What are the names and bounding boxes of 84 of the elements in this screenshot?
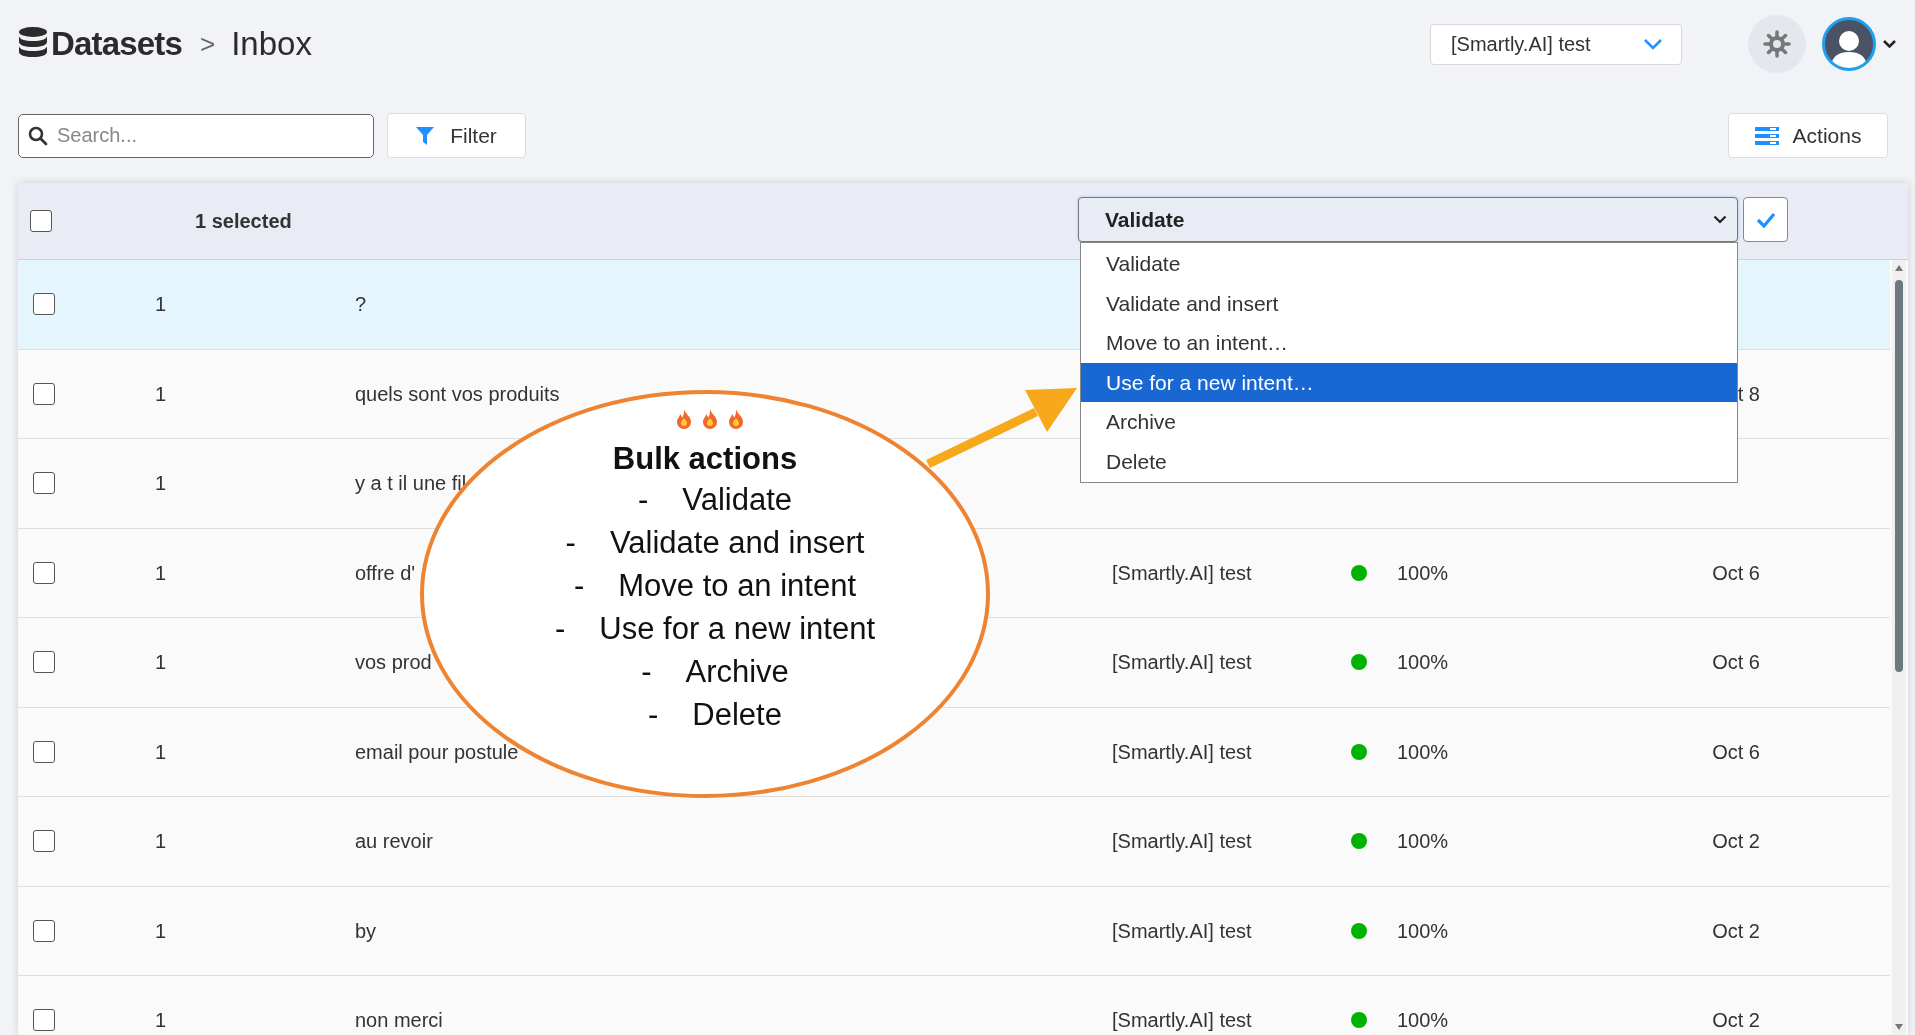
flame-icon — [675, 408, 693, 430]
utterance-cell-text: non merci — [355, 1008, 443, 1034]
list-icon — [1754, 126, 1779, 145]
row-checkbox[interactable] — [33, 651, 55, 674]
callout-item: - Move to an intent — [573, 567, 857, 606]
workspace-cell-text: [Smartly.AI] test — [1112, 560, 1252, 586]
flame-icon — [727, 408, 745, 430]
utterance-cell-text: au revoir — [355, 829, 433, 855]
callout-item: - Validate — [637, 481, 793, 520]
workspace-cell-text: [Smartly.AI] test — [1112, 829, 1252, 855]
score-cell-text: 100% — [1397, 918, 1449, 944]
row-checkbox[interactable] — [33, 293, 55, 316]
user-avatar[interactable] — [1822, 17, 1876, 71]
date-cell-text: Oct 2 — [1712, 918, 1760, 944]
chevron-down-icon — [1713, 215, 1727, 224]
table-row[interactable]: 1 by [Smartly.AI] test 100% Oct 2 — [18, 886, 1890, 976]
scrollbar[interactable] — [1892, 260, 1906, 1035]
row-checkbox[interactable] — [33, 830, 55, 853]
breadcrumb-link[interactable]: Datasets — [51, 19, 182, 69]
dropdown-option[interactable]: Validate and insert — [1081, 283, 1737, 323]
date-cell-text: Oct 6 — [1712, 560, 1760, 586]
search-icon — [28, 125, 48, 146]
breadcrumb-current: Inbox — [231, 24, 312, 65]
count-cell-text: 1 — [155, 471, 167, 497]
row-checkbox[interactable] — [33, 919, 55, 942]
count-cell-text: 1 — [155, 829, 167, 855]
workspace-cell-text: [Smartly.AI] test — [1112, 1008, 1252, 1034]
row-checkbox[interactable] — [33, 382, 55, 405]
count-cell-text: 1 — [155, 381, 167, 407]
score-cell-text: 100% — [1397, 1008, 1449, 1034]
count-cell-text: 1 — [155, 650, 167, 676]
date-cell-text: t 8 — [1737, 381, 1760, 407]
callout-item: - Use for a new intent — [555, 610, 875, 649]
workspace-cell-text: [Smartly.AI] test — [1112, 650, 1252, 676]
dropdown-option[interactable]: Delete — [1081, 441, 1737, 481]
settings-icon — [1763, 30, 1791, 58]
utterance-cell-text: email pour postule — [355, 739, 519, 765]
score-cell-text: 100% — [1397, 739, 1449, 765]
workspace-cell-text: [Smartly.AI] test — [1112, 918, 1252, 944]
date-cell-text: Oct 2 — [1712, 1008, 1760, 1034]
date-cell-text: Oct 6 — [1712, 650, 1760, 676]
table-row[interactable]: 1 au revoir [Smartly.AI] test 100% Oct 2 — [18, 797, 1890, 887]
row-checkbox[interactable] — [33, 561, 55, 584]
count-cell-text: 1 — [155, 739, 167, 765]
callout-title: Bulk actions — [612, 440, 798, 478]
score-cell-text: 100% — [1397, 560, 1449, 586]
search-field[interactable]: Search... — [18, 113, 374, 158]
count-cell-text: 1 — [155, 560, 167, 586]
callout-item: - Archive — [641, 653, 789, 692]
utterance-cell-text: ? — [355, 292, 367, 318]
filter-button[interactable]: Filter — [387, 113, 526, 158]
score-cell-text: 100% — [1397, 829, 1449, 855]
select-all-checkbox[interactable] — [30, 210, 52, 232]
scrollbar-thumb[interactable] — [1895, 280, 1903, 672]
flame-icon — [701, 408, 719, 430]
actions-button[interactable]: Actions — [1728, 113, 1888, 158]
utterance-cell-text: by — [355, 918, 377, 944]
check-icon — [1755, 211, 1776, 228]
row-checkbox[interactable] — [33, 472, 55, 495]
scroll-up-icon[interactable] — [1894, 264, 1904, 272]
row-checkbox[interactable] — [33, 1009, 55, 1032]
count-cell-text: 1 — [155, 1008, 167, 1034]
dropdown-option[interactable]: Use for a new intent… — [1081, 362, 1737, 402]
chevron-down-icon — [1643, 38, 1663, 50]
dropdown-option[interactable]: Archive — [1081, 402, 1737, 442]
breadcrumb-separator: > — [200, 27, 216, 61]
scroll-down-icon[interactable] — [1894, 1023, 1904, 1031]
count-cell-text: 1 — [155, 918, 167, 944]
filter-icon — [416, 125, 435, 146]
date-cell-text: Oct 2 — [1712, 829, 1760, 855]
row-checkbox[interactable] — [33, 740, 55, 763]
caret-icon[interactable] — [1882, 39, 1897, 49]
date-cell-text: Oct 6 — [1712, 739, 1760, 765]
score-cell-text: 100% — [1397, 650, 1449, 676]
utterance-cell-text: offre d' — [355, 560, 416, 586]
workspace-dropdown[interactable]: [Smartly.AI] test — [1430, 23, 1682, 65]
apply-button[interactable] — [1743, 197, 1788, 242]
count-cell-text: 1 — [155, 292, 167, 318]
selection-count: 1 selected — [195, 209, 292, 234]
utterance-cell-text: vos prod — [355, 650, 432, 676]
workspace-cell-text: [Smartly.AI] test — [1112, 739, 1252, 765]
table-row[interactable]: 1 non merci [Smartly.AI] test 100% Oct 2 — [18, 976, 1890, 1035]
utterance-cell-text: quels sont vos produits — [355, 381, 560, 407]
action-select[interactable]: Validate — [1078, 197, 1738, 242]
